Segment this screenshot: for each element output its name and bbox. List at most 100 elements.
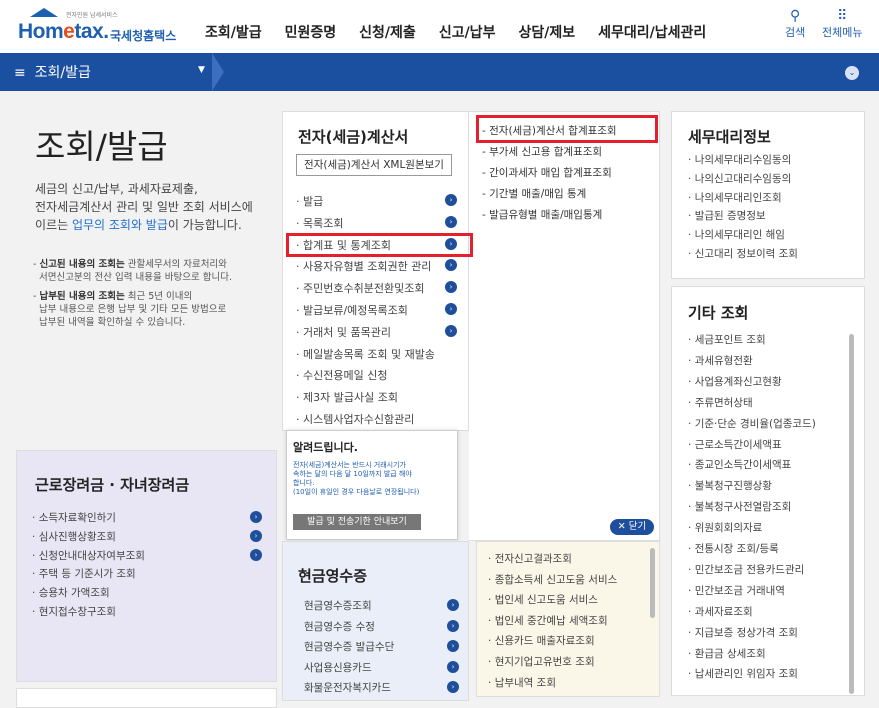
menu-item-earned-list-2[interactable]: · 신청안내대상자여부조회 bbox=[32, 548, 145, 563]
menu-item-misc-list-4[interactable]: · 신용카드 매출자료조회 bbox=[488, 633, 595, 648]
menu-item-other-list-0[interactable]: · 세금포인트 조회 bbox=[688, 332, 766, 347]
menu-item-other-list-3[interactable]: · 주류면허상태 bbox=[688, 395, 753, 410]
menu-item-earned-list-3[interactable]: · 주택 등 기준시가 조회 bbox=[32, 566, 136, 581]
menu-item-other-list-9[interactable]: · 위원회회의자료 bbox=[688, 520, 762, 535]
misc-scrollbar[interactable] bbox=[650, 548, 655, 618]
menu-item-misc-list-2[interactable]: · 법인세 신고도움 서비스 bbox=[488, 592, 598, 607]
xml-view-button[interactable]: 전자(세금)계산서 XML원본보기 bbox=[296, 154, 452, 176]
menu-item-other-list-11[interactable]: · 민간보조금 전용카드관리 bbox=[688, 562, 804, 577]
menu-item-einv-list-10[interactable]: · 시스템사업자수신함관리 bbox=[296, 411, 414, 427]
menu-item-other-list-7[interactable]: · 불복청구진행상황 bbox=[688, 478, 772, 493]
bullet: · bbox=[688, 334, 695, 346]
menu-item-einv-list-4[interactable]: · 주민번호수취분전환및조회 bbox=[296, 280, 424, 296]
menu-item-other-list-6[interactable]: · 종교인소득간이세액표 bbox=[688, 457, 791, 472]
submenu-item-3[interactable]: - 기간별 매출/매입 통계 bbox=[482, 186, 586, 201]
menu-item-agent-list-1[interactable]: · 나의신고대리수임동의 bbox=[688, 171, 791, 186]
caret-down-icon[interactable]: ▼ bbox=[198, 65, 205, 75]
menu-item-cash-list-4[interactable]: 화물운전자복지카드 bbox=[304, 680, 391, 695]
menu-item-agent-list-0[interactable]: · 나의세무대리수임동의 bbox=[688, 152, 791, 167]
bullet: · bbox=[688, 647, 695, 660]
menu-item-einv-list-3[interactable]: · 사용자유형별 조회권한 관리 bbox=[296, 258, 431, 274]
menu-item-other-list-15[interactable]: · 환급금 상세조회 bbox=[688, 646, 766, 661]
gnb-item-filing[interactable]: 신고/납부 bbox=[439, 22, 496, 42]
menu-item-earned-list-4[interactable]: · 승용차 가액조회 bbox=[32, 585, 110, 600]
menu-item-cash-list-0[interactable]: 현금영수증조회 bbox=[304, 598, 372, 613]
chevron-right-icon[interactable]: › bbox=[445, 194, 457, 206]
chevron-right-icon[interactable]: › bbox=[250, 511, 262, 523]
chevron-right-icon[interactable]: › bbox=[445, 303, 457, 315]
menu-item-label: 나의신고대리수임동의 bbox=[694, 172, 792, 185]
gnb-item-agent[interactable]: 세무대리/납세관리 bbox=[598, 22, 706, 42]
menu-item-misc-list-0[interactable]: · 전자신고결과조회 bbox=[488, 551, 572, 566]
other-scrollbar[interactable] bbox=[849, 334, 854, 694]
menu-item-earned-list-1[interactable]: · 심사진행상황조회 bbox=[32, 529, 116, 544]
menu-item-other-list-12[interactable]: · 민간보조금 거래내역 bbox=[688, 583, 785, 598]
chevron-right-icon[interactable]: › bbox=[445, 215, 457, 228]
menu-item-einv-list-9[interactable]: · 제3자 발급사실 조회 bbox=[296, 389, 398, 405]
bullet: · bbox=[32, 512, 39, 524]
menu-item-einv-list-5[interactable]: · 발급보류/예정목록조회 bbox=[296, 302, 408, 318]
highlight-submenu bbox=[476, 115, 658, 143]
menu-item-earned-list-0[interactable]: · 소득자료확인하기 bbox=[32, 510, 116, 525]
menu-item-agent-list-4[interactable]: · 나의세무대리인 해임 bbox=[688, 227, 785, 242]
menu-item-earned-list-5[interactable]: · 현지접수창구조회 bbox=[32, 604, 116, 619]
menu-item-label: 민간보조금 거래내역 bbox=[694, 584, 785, 597]
chevron-right-icon[interactable]: › bbox=[447, 640, 459, 652]
menu-item-misc-list-3[interactable]: · 법인세 중간예납 세액조회 bbox=[488, 613, 608, 628]
menu-item-cash-list-1[interactable]: 현금영수증 수정 bbox=[304, 619, 375, 634]
tax-agent-title: 세무대리정보 bbox=[688, 128, 771, 146]
menu-item-other-list-4[interactable]: · 기준·단순 경비율(업종코드) bbox=[688, 416, 816, 431]
bullet: · bbox=[688, 172, 695, 185]
submenu-item-1[interactable]: - 부가세 신고용 합계표조회 bbox=[482, 144, 602, 159]
bullet: · bbox=[32, 530, 39, 543]
menu-item-cash-list-3[interactable]: 사업용신용카드 bbox=[304, 660, 372, 675]
menu-item-other-list-1[interactable]: · 과세유형전환 bbox=[688, 353, 753, 368]
chevron-right-icon[interactable]: › bbox=[250, 529, 262, 542]
intro-link[interactable]: 업무의 조회와 발급 bbox=[72, 218, 168, 232]
hometax-logo[interactable]: 전자민원 납세서비스 Hometax. 국세청홈택스 bbox=[18, 8, 183, 48]
gnb-item-application[interactable]: 신청/제출 bbox=[359, 22, 416, 42]
menu-item-other-list-10[interactable]: · 전통시장 조회/등록 bbox=[688, 541, 779, 556]
note-filing: - 신고된 내용의 조회는 관할세무서의 자료처리와 서면신고분의 전산 입력 … bbox=[33, 259, 232, 283]
menu-item-other-list-14[interactable]: · 지급보증 정상가격 조회 bbox=[688, 625, 798, 640]
menu-item-other-list-13[interactable]: · 과세자료조회 bbox=[688, 604, 753, 619]
menu-item-label: 소득자료확인하기 bbox=[38, 512, 116, 524]
menu-item-agent-list-3[interactable]: · 발급된 증명정보 bbox=[688, 208, 766, 223]
chevron-right-icon[interactable]: › bbox=[445, 324, 457, 337]
menu-item-einv-list-8[interactable]: · 수신전용메일 신청 bbox=[296, 367, 387, 383]
close-button[interactable]: ✕ 닫기 bbox=[610, 519, 654, 535]
menu-item-einv-list-0[interactable]: · 발급 bbox=[296, 193, 323, 209]
chevron-right-icon[interactable]: › bbox=[447, 681, 459, 693]
current-section[interactable]: ≡ 조회/발급 bbox=[14, 62, 91, 82]
menu-item-misc-list-1[interactable]: · 종합소득세 신고도움 서비스 bbox=[488, 572, 617, 587]
all-menu-button[interactable]: ⠿ 전체메뉴 bbox=[822, 8, 862, 40]
menu-item-label: 나의세무대리인조회 bbox=[694, 191, 782, 204]
chevron-down-icon[interactable]: ⌄ bbox=[845, 66, 859, 80]
chevron-right-icon[interactable]: › bbox=[447, 599, 459, 611]
search-button[interactable]: ⚲ 검색 bbox=[785, 8, 805, 40]
menu-item-other-list-2[interactable]: · 사업용계좌신고현황 bbox=[688, 374, 782, 389]
chevron-right-icon[interactable]: › bbox=[250, 548, 262, 561]
menu-item-agent-list-2[interactable]: · 나의세무대리인조회 bbox=[688, 190, 782, 205]
menu-item-einv-list-7[interactable]: · 메일발송목록 조회 및 재발송 bbox=[296, 346, 435, 362]
gnb-item-certificates[interactable]: 민원증명 bbox=[285, 22, 337, 42]
gnb-item-inquiry[interactable]: 조회/발급 bbox=[205, 22, 262, 42]
gnb-item-consult[interactable]: 상담/제보 bbox=[518, 22, 575, 42]
menu-item-other-list-5[interactable]: · 근로소득간이세액표 bbox=[688, 437, 782, 452]
submenu-item-4[interactable]: - 발급유형별 매출/매입통계 bbox=[482, 207, 602, 222]
menu-item-einv-list-1[interactable]: · 목록조회 bbox=[296, 215, 343, 231]
menu-item-misc-list-5[interactable]: · 현지기업고유번호 조회 bbox=[488, 654, 595, 669]
menu-item-einv-list-6[interactable]: · 거래처 및 품목관리 bbox=[296, 324, 391, 340]
submenu-label: 부가세 신고용 합계표조회 bbox=[489, 146, 603, 158]
menu-item-other-list-8[interactable]: · 불복청구사전열람조회 bbox=[688, 499, 791, 514]
deadline-guide-button[interactable]: 발급 및 전송기한 안내보기 bbox=[293, 514, 421, 530]
chevron-right-icon[interactable]: › bbox=[447, 619, 459, 632]
menu-item-cash-list-2[interactable]: 현금영수증 발급수단 bbox=[304, 639, 394, 654]
intro-description: 세금의 신고/납부, 과세자료제출, 전자세금계산서 관리 및 일반 조회 서비… bbox=[35, 182, 253, 232]
menu-item-other-list-16[interactable]: · 납세관리인 위임자 조회 bbox=[688, 666, 798, 681]
menu-item-misc-list-6[interactable]: · 납부내역 조회 bbox=[488, 675, 556, 690]
bullet: · bbox=[296, 282, 303, 296]
chevron-right-icon[interactable]: › bbox=[447, 660, 459, 673]
menu-item-agent-list-5[interactable]: · 신고대리 정보이력 조회 bbox=[688, 246, 798, 261]
submenu-item-2[interactable]: - 간이과세자 매입 합계표조회 bbox=[482, 165, 612, 180]
